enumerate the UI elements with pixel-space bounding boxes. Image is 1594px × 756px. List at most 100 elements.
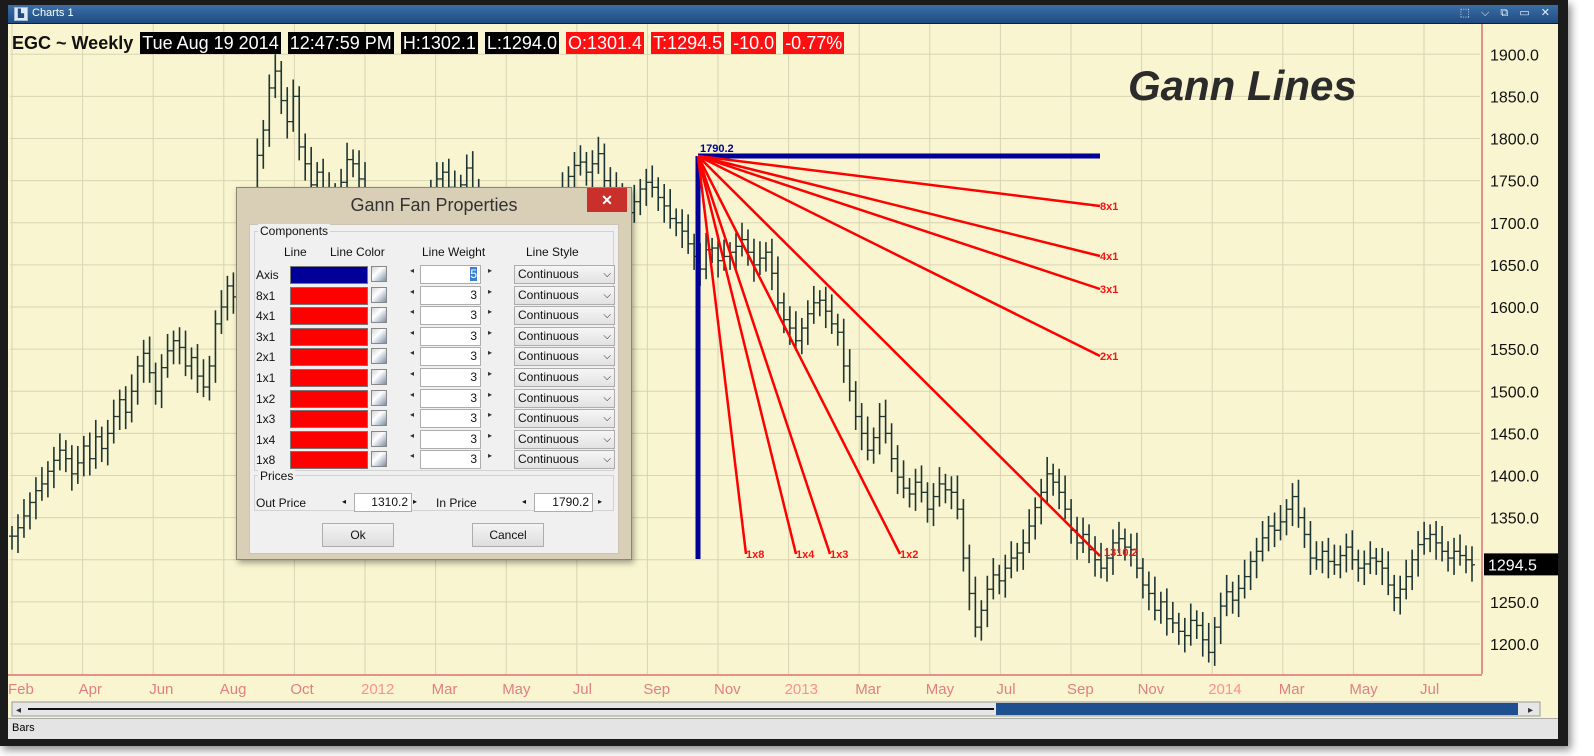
line-weight-input[interactable]: 3	[420, 388, 481, 408]
weight-increase-arrow-icon[interactable]: ▸	[488, 369, 492, 378]
color-picker-icon[interactable]	[371, 430, 387, 447]
line-weight-input[interactable]: 5	[420, 265, 481, 284]
line-weight-input[interactable]: 3	[420, 285, 481, 305]
line-weight-input[interactable]: 3	[420, 409, 481, 429]
component-row-2: 4x1 ◂ 3 ▸ Continuous ⌵	[250, 306, 618, 326]
price-tick-label: 1600.0	[1490, 300, 1539, 317]
time-tick-label: Nov	[714, 681, 741, 698]
weight-decrease-arrow-icon[interactable]: ◂	[410, 451, 414, 460]
price-tick-label: 1750.0	[1490, 174, 1539, 191]
line-color-swatch[interactable]	[290, 369, 368, 387]
chevron-down-icon: ⌵	[603, 454, 611, 466]
color-picker-icon[interactable]	[371, 348, 387, 365]
weight-increase-arrow-icon[interactable]: ▸	[488, 307, 492, 316]
close-icon[interactable]: ✕	[587, 188, 627, 212]
line-weight-input[interactable]: 3	[420, 368, 481, 387]
line-weight-input[interactable]: 3	[420, 347, 481, 367]
color-picker-icon[interactable]	[371, 327, 387, 344]
color-picker-icon[interactable]	[371, 410, 387, 427]
line-style-select[interactable]: Continuous ⌵	[514, 306, 615, 326]
price-tick-label: 1200.0	[1490, 637, 1539, 654]
time-tick-label: Mar	[1279, 681, 1305, 698]
color-picker-icon[interactable]	[371, 307, 387, 324]
line-color-swatch[interactable]	[290, 410, 368, 429]
window-controls-icon[interactable]: ⬚ ⌵ ⧉ ▭ ✕	[1460, 6, 1554, 20]
component-label: 8x1	[256, 288, 276, 303]
line-weight-input[interactable]: 3	[420, 429, 481, 449]
weight-increase-arrow-icon[interactable]: ▸	[488, 431, 492, 440]
gann-fan-line-2x1	[697, 154, 1101, 358]
weight-decrease-arrow-icon[interactable]: ◂	[410, 410, 414, 419]
line-color-swatch[interactable]	[290, 307, 368, 326]
time-tick-label: Oct	[290, 681, 314, 698]
line-color-swatch[interactable]	[290, 348, 368, 367]
line-style-select[interactable]: Continuous ⌵	[514, 368, 615, 387]
line-style-select[interactable]: Continuous ⌵	[514, 285, 615, 305]
tab-bars[interactable]: Bars	[12, 722, 35, 734]
color-picker-icon[interactable]	[371, 389, 387, 406]
component-row-7: 1x3 ◂ 3 ▸ Continuous ⌵	[250, 409, 618, 429]
out-price-label: Out Price	[256, 496, 307, 510]
line-style-select[interactable]: Continuous ⌵	[514, 429, 615, 449]
line-color-swatch[interactable]	[290, 286, 368, 305]
color-picker-icon[interactable]	[371, 369, 387, 385]
in-price-right-arrow-icon[interactable]: ▸	[598, 497, 602, 506]
out-price-right-arrow-icon[interactable]: ▸	[413, 497, 417, 506]
gann-fan-label: 1x8	[746, 549, 764, 561]
ok-button[interactable]: Ok	[322, 523, 394, 547]
price-tick-label: 1350.0	[1490, 511, 1539, 528]
color-picker-icon[interactable]	[371, 266, 387, 282]
weight-increase-arrow-icon[interactable]: ▸	[488, 266, 492, 275]
symbol-label: EGC ~ Weekly	[12, 33, 134, 53]
gann-fan-label: 1x2	[900, 549, 918, 561]
in-price-left-arrow-icon[interactable]: ◂	[522, 497, 526, 506]
line-weight-input[interactable]: 3	[420, 326, 481, 346]
line-color-swatch[interactable]	[290, 389, 368, 408]
weight-increase-arrow-icon[interactable]: ▸	[488, 390, 492, 399]
weight-increase-arrow-icon[interactable]: ▸	[488, 410, 492, 419]
line-style-select[interactable]: Continuous ⌵	[514, 450, 615, 470]
window-title: Charts 1	[32, 7, 74, 19]
time-scrollbar-thumb	[996, 703, 1518, 715]
quote-header: EGC ~ Weekly Tue Aug 19 2014 12:47:59 PM…	[12, 32, 846, 54]
line-style-select[interactable]: Continuous ⌵	[514, 347, 615, 367]
in-price-input[interactable]: 1790.2	[534, 493, 593, 512]
line-style-select[interactable]: Continuous ⌵	[514, 326, 615, 346]
chevron-down-icon: ⌵	[603, 372, 611, 383]
gann-fan-properties-dialog[interactable]: Gann Fan Properties ✕ Components Line Li…	[236, 187, 632, 560]
col-style-header: Line Style	[526, 245, 579, 259]
weight-decrease-arrow-icon[interactable]: ◂	[410, 348, 414, 357]
weight-decrease-arrow-icon[interactable]: ◂	[410, 369, 414, 378]
line-color-swatch[interactable]	[290, 327, 368, 346]
component-row-8: 1x4 ◂ 3 ▸ Continuous ⌵	[250, 429, 618, 450]
component-label: 2x1	[256, 350, 276, 365]
col-weight-header: Line Weight	[422, 245, 486, 259]
weight-decrease-arrow-icon[interactable]: ◂	[410, 307, 414, 316]
out-price-left-arrow-icon[interactable]: ◂	[342, 497, 346, 506]
cancel-button[interactable]: Cancel	[472, 523, 544, 547]
chevron-down-icon: ⌵	[603, 433, 611, 445]
weight-decrease-arrow-icon[interactable]: ◂	[410, 431, 414, 440]
line-style-select[interactable]: Continuous ⌵	[514, 409, 615, 429]
window-titlebar[interactable]: ▙ Charts 1 ⬚ ⌵ ⧉ ▭ ✕	[8, 5, 1558, 23]
line-color-swatch[interactable]	[290, 451, 368, 470]
component-label: 3x1	[256, 329, 276, 344]
line-color-swatch[interactable]	[290, 430, 368, 449]
line-style-select[interactable]: Continuous ⌵	[514, 388, 615, 408]
weight-decrease-arrow-icon[interactable]: ◂	[410, 328, 414, 337]
weight-decrease-arrow-icon[interactable]: ◂	[410, 287, 414, 296]
line-color-swatch[interactable]	[290, 266, 368, 284]
weight-increase-arrow-icon[interactable]: ▸	[488, 348, 492, 357]
weight-decrease-arrow-icon[interactable]: ◂	[410, 390, 414, 399]
color-picker-icon[interactable]	[371, 286, 387, 303]
color-picker-icon[interactable]	[371, 451, 387, 468]
line-weight-input[interactable]: 3	[420, 306, 481, 326]
line-weight-input[interactable]: 3	[420, 450, 481, 470]
out-price-input[interactable]: 1310.2	[354, 493, 412, 512]
time-tick-label: Nov	[1138, 681, 1165, 698]
weight-increase-arrow-icon[interactable]: ▸	[488, 328, 492, 337]
weight-increase-arrow-icon[interactable]: ▸	[488, 451, 492, 460]
line-style-select[interactable]: Continuous ⌵	[514, 265, 615, 284]
weight-increase-arrow-icon[interactable]: ▸	[488, 287, 492, 296]
weight-decrease-arrow-icon[interactable]: ◂	[410, 266, 414, 275]
